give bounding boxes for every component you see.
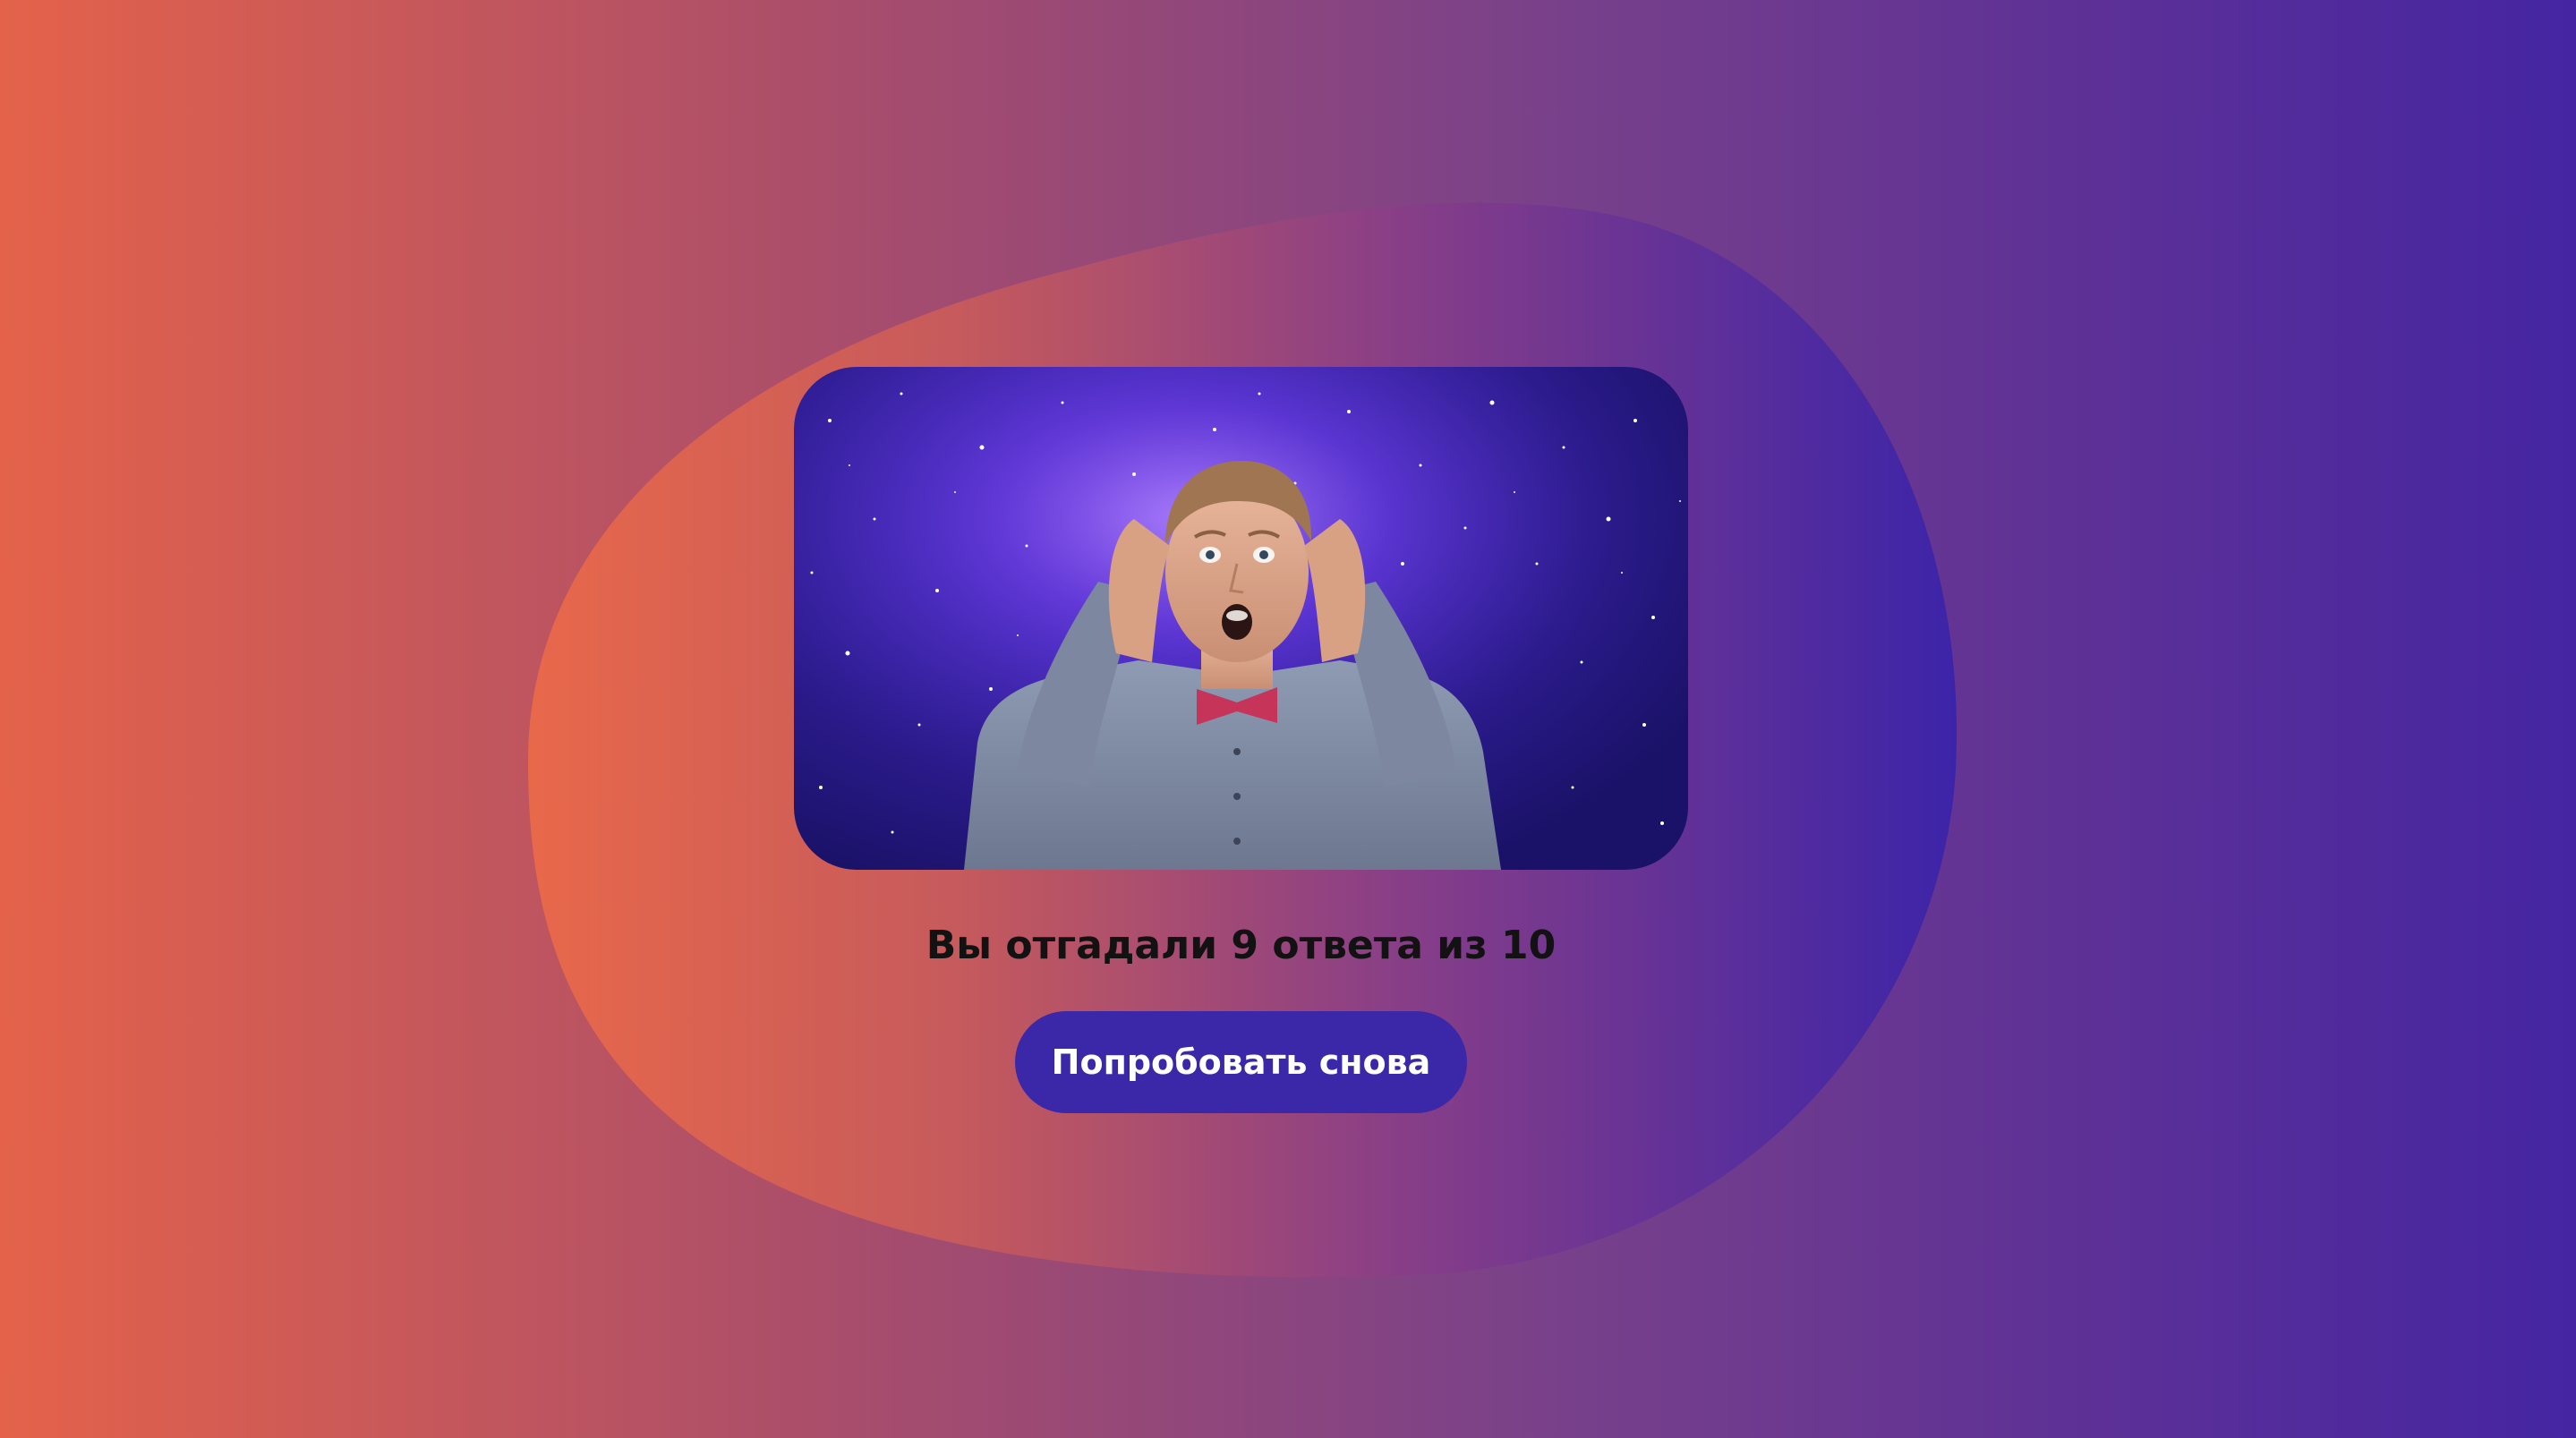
result-text: Вы отгадали 9 ответа из 10 — [925, 923, 1557, 968]
surprised-man-image — [794, 367, 1688, 870]
retry-button-label: Попробовать снова — [1051, 1042, 1431, 1082]
retry-button[interactable]: Попробовать снова — [1015, 1011, 1467, 1113]
